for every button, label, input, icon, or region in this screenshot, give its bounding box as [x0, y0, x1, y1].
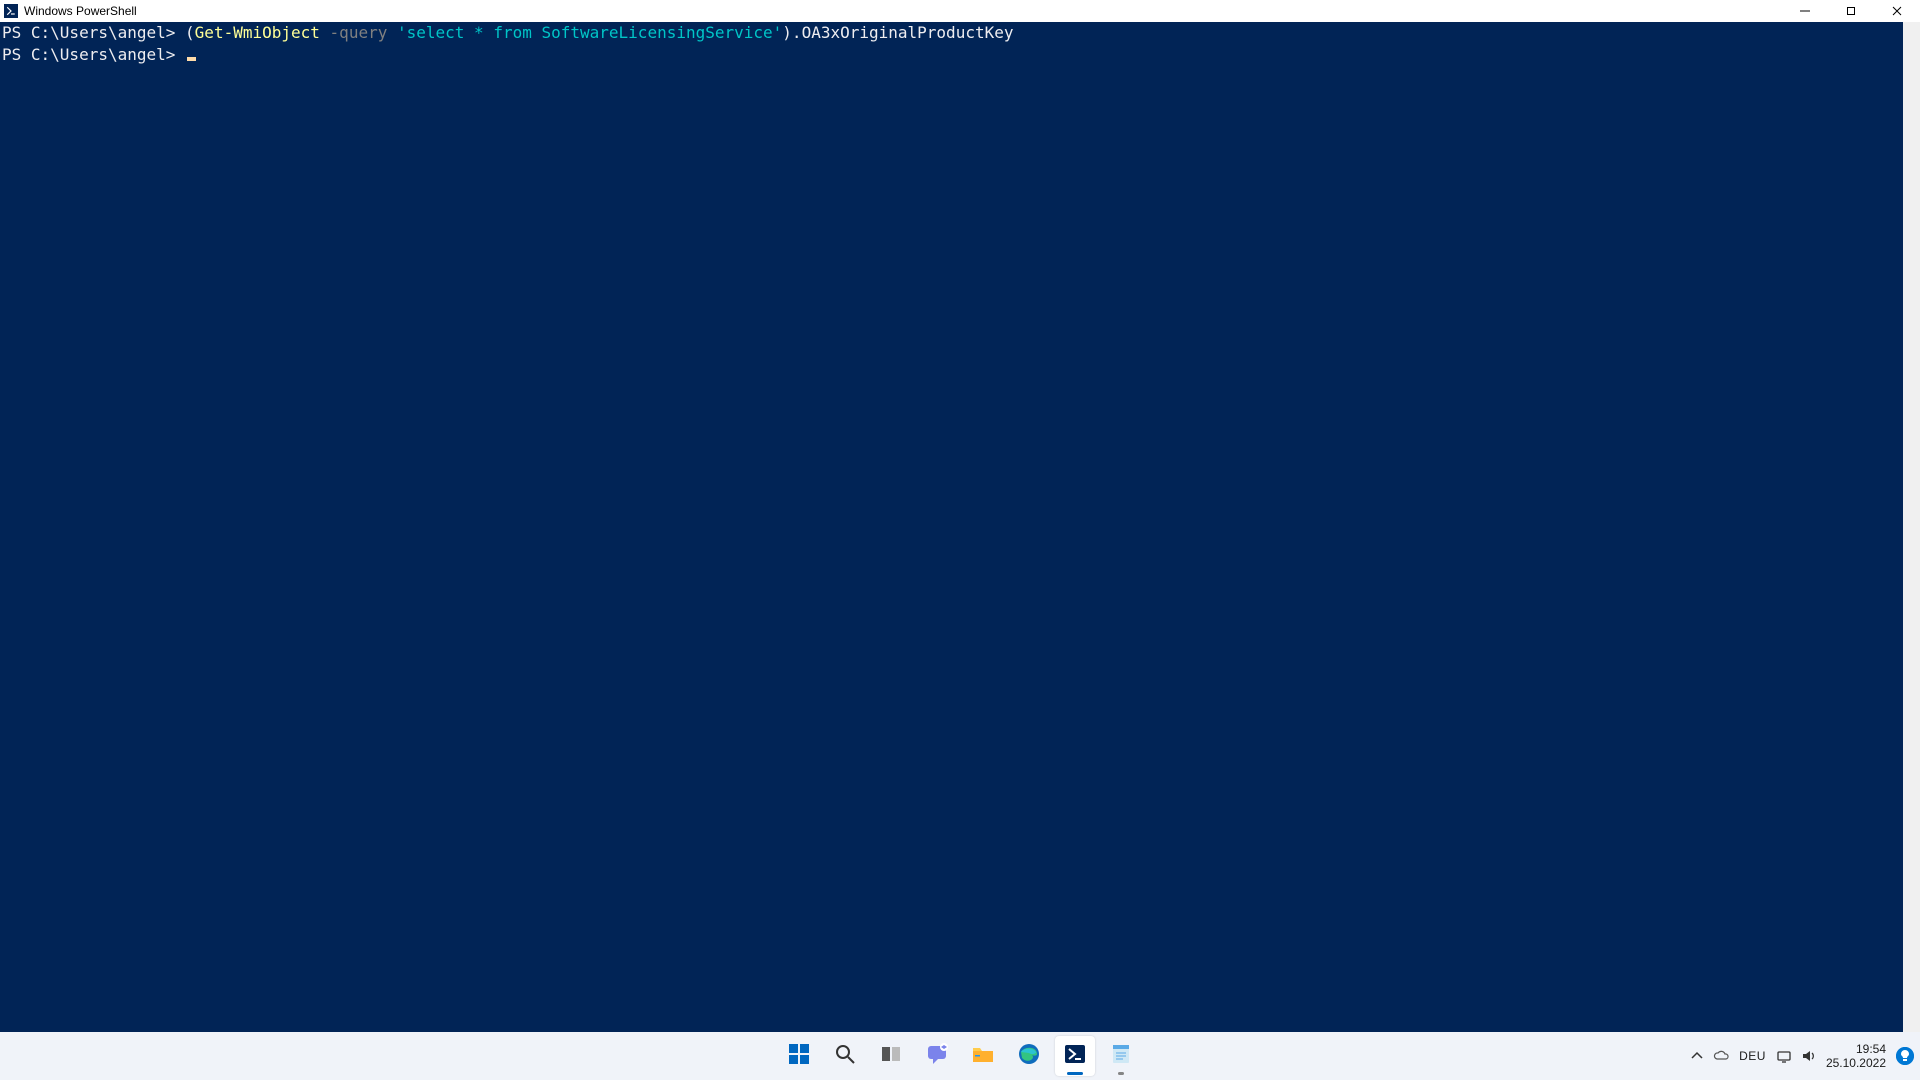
- system-tray: DEU 19:54 25.10.2022: [1689, 1032, 1914, 1080]
- edge-icon: [1017, 1042, 1041, 1071]
- tray-icons-group: [1689, 1048, 1729, 1064]
- clock-date: 25.10.2022: [1826, 1056, 1886, 1070]
- window-title: Windows PowerShell: [24, 4, 137, 18]
- task-view-icon: [879, 1042, 903, 1071]
- network-icon[interactable]: [1776, 1048, 1792, 1064]
- close-button[interactable]: [1874, 0, 1920, 22]
- maximize-button[interactable]: [1828, 0, 1874, 22]
- task-view-button[interactable]: [871, 1036, 911, 1076]
- terminal-scrollbar[interactable]: [1903, 22, 1920, 1042]
- terminal-area[interactable]: PS C:\Users\angel> (Get-WmiObject -query…: [0, 22, 1920, 1042]
- taskbar: DEU 19:54 25.10.2022: [0, 1032, 1920, 1080]
- volume-icon[interactable]: [1800, 1048, 1816, 1064]
- powershell-button[interactable]: [1055, 1036, 1095, 1076]
- cmd-open-paren: (: [185, 23, 195, 42]
- clock-time: 19:54: [1826, 1042, 1886, 1056]
- windows-start-icon: [787, 1042, 811, 1071]
- cmd-tail: ).OA3xOriginalProductKey: [782, 23, 1013, 42]
- start-button[interactable]: [779, 1036, 819, 1076]
- notepad-button[interactable]: [1101, 1036, 1141, 1076]
- language-indicator[interactable]: DEU: [1739, 1049, 1766, 1063]
- terminal-cursor: [187, 57, 196, 61]
- chat-button[interactable]: [917, 1036, 957, 1076]
- powershell-icon: [4, 4, 18, 18]
- powershell-window: Windows PowerShell PS C:\Users\angel> (G…: [0, 0, 1920, 1042]
- title-bar[interactable]: Windows PowerShell: [0, 0, 1920, 22]
- title-bar-left: Windows PowerShell: [0, 4, 137, 18]
- minimize-button[interactable]: [1782, 0, 1828, 22]
- tray-overflow-button[interactable]: [1689, 1048, 1705, 1064]
- cmd-param: -query: [330, 23, 388, 42]
- notepad-icon: [1109, 1042, 1133, 1071]
- edge-button[interactable]: [1009, 1036, 1049, 1076]
- windows-tips-icon[interactable]: [1896, 1047, 1914, 1065]
- taskbar-center: [779, 1032, 1141, 1080]
- chat-icon: [925, 1042, 949, 1071]
- tray-status-group[interactable]: [1776, 1048, 1816, 1064]
- file-explorer-icon: [971, 1042, 995, 1071]
- window-controls: [1782, 0, 1920, 22]
- cmd-string: 'select * from SoftwareLicensingService': [397, 23, 782, 42]
- clock[interactable]: 19:54 25.10.2022: [1826, 1042, 1886, 1070]
- file-explorer-button[interactable]: [963, 1036, 1003, 1076]
- onedrive-icon[interactable]: [1713, 1048, 1729, 1064]
- prompt-line2: PS C:\Users\angel>: [2, 45, 185, 64]
- search-button[interactable]: [825, 1036, 865, 1076]
- prompt-line1: PS C:\Users\angel>: [2, 23, 185, 42]
- cmd-cmdlet: Get-WmiObject: [195, 23, 320, 42]
- search-icon: [833, 1042, 857, 1071]
- powershell-taskbar-icon: [1063, 1042, 1087, 1071]
